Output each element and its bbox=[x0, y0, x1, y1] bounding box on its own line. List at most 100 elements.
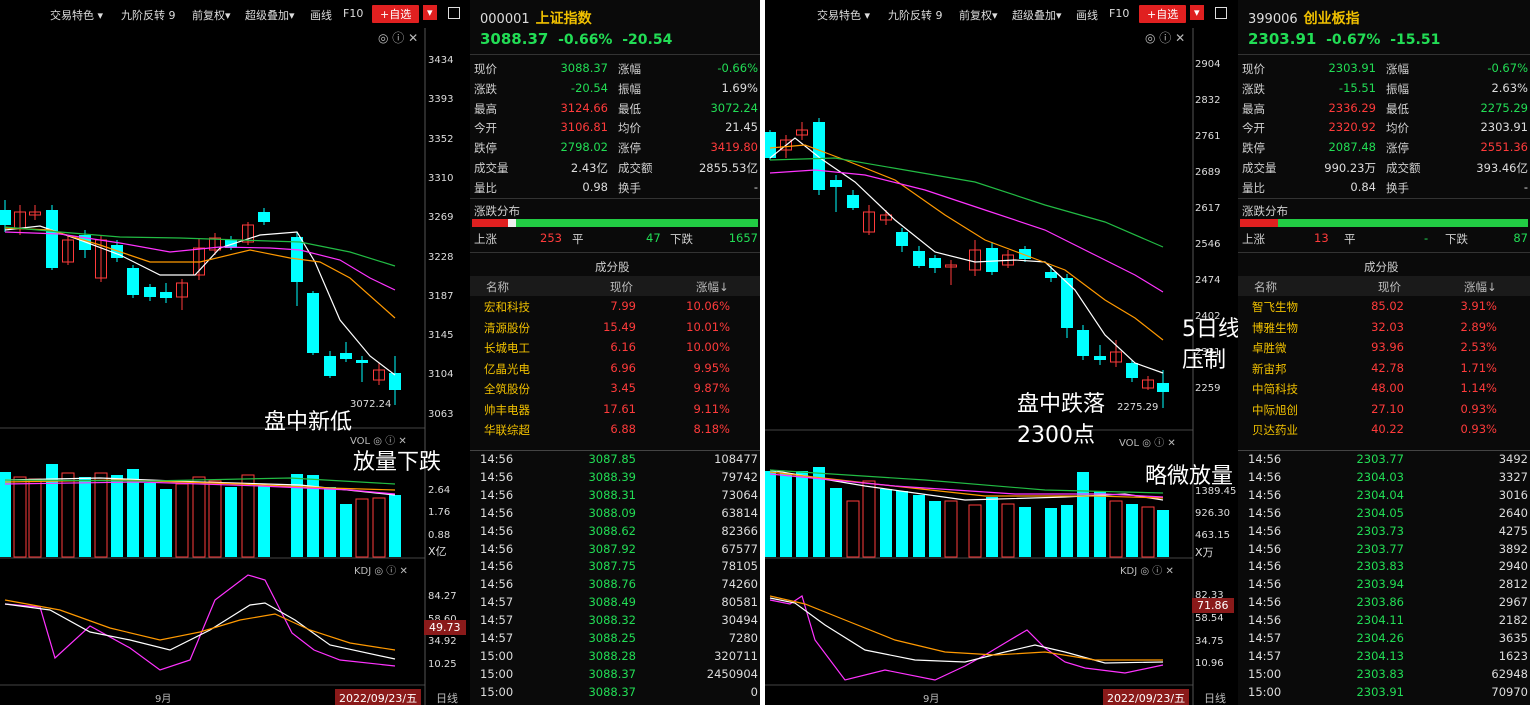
volume-bar bbox=[160, 489, 172, 557]
period-label[interactable]: 日线 bbox=[1204, 690, 1226, 705]
tick-row: 14:57 2304.13 1623 bbox=[1248, 648, 1528, 663]
component-row[interactable]: 亿晶光电 6.96 9.95% bbox=[470, 358, 760, 378]
adjust-menu[interactable]: 前复权▾ bbox=[959, 7, 998, 23]
volume-bar bbox=[46, 464, 58, 557]
volume-bar bbox=[258, 486, 270, 557]
right-kline-chart[interactable]: 交易特色 ▾ 九阶反转 9 前复权▾ 超级叠加▾ 画线 F10 +自选 ▾ ◎ … bbox=[765, 0, 1238, 705]
component-row[interactable]: 博雅生物 32.03 2.89% bbox=[1238, 317, 1530, 337]
kdj-tick: 58.54 bbox=[1195, 613, 1224, 624]
kdj-line bbox=[4, 599, 396, 651]
tick-row: 14:57 2304.26 3635 bbox=[1248, 631, 1528, 645]
components-header[interactable]: 名称 现价 涨幅↓ bbox=[470, 276, 760, 296]
vol-tick: 463.15 bbox=[1195, 530, 1230, 541]
add-watchlist-button[interactable]: +自选 bbox=[372, 5, 420, 23]
volume-bar bbox=[175, 483, 189, 558]
volume-bar bbox=[1045, 508, 1057, 557]
volume-bar bbox=[929, 501, 941, 557]
stat-row: 成交量 2.43亿 成交额 2855.53亿 bbox=[474, 161, 758, 175]
tick-row: 14:56 3088.31 73064 bbox=[480, 487, 758, 502]
candle-body bbox=[258, 212, 270, 222]
candle-body bbox=[1126, 363, 1138, 378]
candle-body bbox=[1157, 383, 1169, 392]
tick-row: 14:56 2303.73 4275 bbox=[1248, 523, 1528, 538]
ma-line bbox=[4, 227, 396, 319]
annotation-new-low: 盘中新低 bbox=[264, 410, 353, 435]
date-badge: 2022/09/23/五 bbox=[335, 689, 422, 705]
kdj-tick: 10.96 bbox=[1195, 658, 1224, 669]
index-code: 399006 创业板指 bbox=[1248, 11, 1360, 27]
candle-body bbox=[160, 292, 172, 298]
vol-tick: 2.64 bbox=[428, 485, 451, 496]
price-axis-tick: 2546 bbox=[1195, 239, 1221, 250]
volume-bar bbox=[340, 504, 352, 557]
price-axis-tick: 3145 bbox=[428, 330, 454, 342]
tick-row: 14:56 2303.94 2812 bbox=[1248, 577, 1528, 592]
tick-row: 14:57 3088.25 7280 bbox=[480, 631, 758, 645]
price-axis-tick: 2904 bbox=[1195, 59, 1221, 70]
volume-bar bbox=[896, 491, 908, 557]
dist-row: 上涨 13 平 - 下跌 87 bbox=[1242, 231, 1528, 246]
f10-button[interactable]: F10 bbox=[1109, 7, 1129, 20]
candle-body bbox=[1094, 356, 1106, 360]
kdj-title: KDJ ◎ ⓘ ✕ bbox=[354, 566, 408, 577]
tick-row: 14:56 2304.03 3327 bbox=[1248, 469, 1528, 484]
component-row[interactable]: 中际旭创 27.10 0.93% bbox=[1238, 399, 1530, 419]
volume-bar bbox=[79, 477, 91, 557]
component-row[interactable]: 贝达药业 40.22 0.93% bbox=[1238, 419, 1530, 439]
volume-bar bbox=[241, 474, 255, 558]
watchlist-dropdown-icon[interactable]: ▾ bbox=[423, 5, 437, 20]
component-row[interactable]: 帅丰电器 17.61 9.11% bbox=[470, 399, 760, 419]
adjust-menu[interactable]: 前复权▾ bbox=[192, 7, 231, 23]
trade-feature-menu[interactable]: 交易特色 ▾ bbox=[50, 7, 103, 23]
component-row[interactable]: 宏和科技 7.99 10.06% bbox=[470, 296, 760, 316]
candle-body bbox=[0, 210, 11, 225]
components-header[interactable]: 名称 现价 涨幅↓ bbox=[1238, 276, 1530, 296]
tick-row: 14:56 3088.39 79742 bbox=[480, 469, 758, 484]
period-label[interactable]: 日线 bbox=[436, 690, 458, 705]
volume-bar bbox=[1126, 504, 1138, 557]
overlay-menu[interactable]: 超级叠加▾ bbox=[1012, 7, 1062, 23]
nine-reversal-menu[interactable]: 九阶反转 9 bbox=[888, 7, 943, 23]
tick-row: 14:56 2303.77 3492 bbox=[1248, 452, 1528, 466]
volume-bar bbox=[208, 480, 222, 558]
left-kline-chart[interactable]: 交易特色 ▾ 九阶反转 9 前复权▾ 超级叠加▾ 画线 F10 +自选 ▾ ◎ … bbox=[0, 0, 470, 705]
nine-reversal-menu[interactable]: 九阶反转 9 bbox=[121, 7, 176, 23]
volume-bar bbox=[846, 500, 860, 558]
layout-toggle-icon[interactable] bbox=[1215, 7, 1227, 19]
volume-bar bbox=[796, 471, 808, 557]
annotation-ma5-2: 压制 bbox=[1182, 348, 1227, 373]
chart-settings-icons[interactable]: ◎ ⓘ ✕ bbox=[1145, 29, 1185, 46]
draw-line-button[interactable]: 画线 bbox=[1076, 7, 1098, 23]
component-row[interactable]: 清源股份 15.49 10.01% bbox=[470, 317, 760, 337]
watchlist-dropdown-icon[interactable]: ▾ bbox=[1190, 5, 1204, 20]
component-row[interactable]: 全筑股份 3.45 9.87% bbox=[470, 378, 760, 398]
component-row[interactable]: 新宙邦 42.78 1.71% bbox=[1238, 358, 1530, 378]
candle-body bbox=[1045, 272, 1057, 278]
candle-body bbox=[913, 251, 925, 266]
tick-row: 14:56 3088.76 74260 bbox=[480, 577, 758, 592]
vol-tick: 1.76 bbox=[428, 507, 451, 518]
stat-row: 成交量 990.23万 成交额 393.46亿 bbox=[1242, 161, 1528, 175]
index-name: 创业板指 bbox=[1303, 11, 1360, 27]
f10-button[interactable]: F10 bbox=[343, 7, 363, 20]
component-row[interactable]: 长城电工 6.16 10.00% bbox=[470, 337, 760, 357]
volume-bar bbox=[389, 495, 401, 557]
overlay-menu[interactable]: 超级叠加▾ bbox=[245, 7, 295, 23]
chart-settings-icons[interactable]: ◎ ⓘ ✕ bbox=[378, 29, 418, 46]
left-info-panel: 000001 上证指数 3088.37 -0.66% -20.54 现价 3088.… bbox=[470, 0, 760, 705]
draw-line-button[interactable]: 画线 bbox=[310, 7, 332, 23]
volume-ma-line bbox=[769, 469, 1164, 501]
volume-bar bbox=[94, 472, 108, 558]
trade-feature-menu[interactable]: 交易特色 ▾ bbox=[817, 7, 870, 23]
component-row[interactable]: 中简科技 48.00 1.14% bbox=[1238, 378, 1530, 398]
kdj-title: KDJ ◎ ⓘ ✕ bbox=[1120, 566, 1174, 577]
component-row[interactable]: 卓胜微 93.96 2.53% bbox=[1238, 337, 1530, 357]
add-watchlist-button[interactable]: +自选 bbox=[1139, 5, 1187, 23]
component-row[interactable]: 智飞生物 85.02 3.91% bbox=[1238, 296, 1530, 316]
price-axis-tick: 3393 bbox=[428, 94, 454, 106]
component-row[interactable]: 华联综超 6.88 8.18% bbox=[470, 419, 760, 439]
volume-bar bbox=[913, 495, 925, 557]
candle-body bbox=[307, 293, 319, 353]
volume-bar bbox=[862, 480, 876, 558]
layout-toggle-icon[interactable] bbox=[448, 7, 460, 19]
